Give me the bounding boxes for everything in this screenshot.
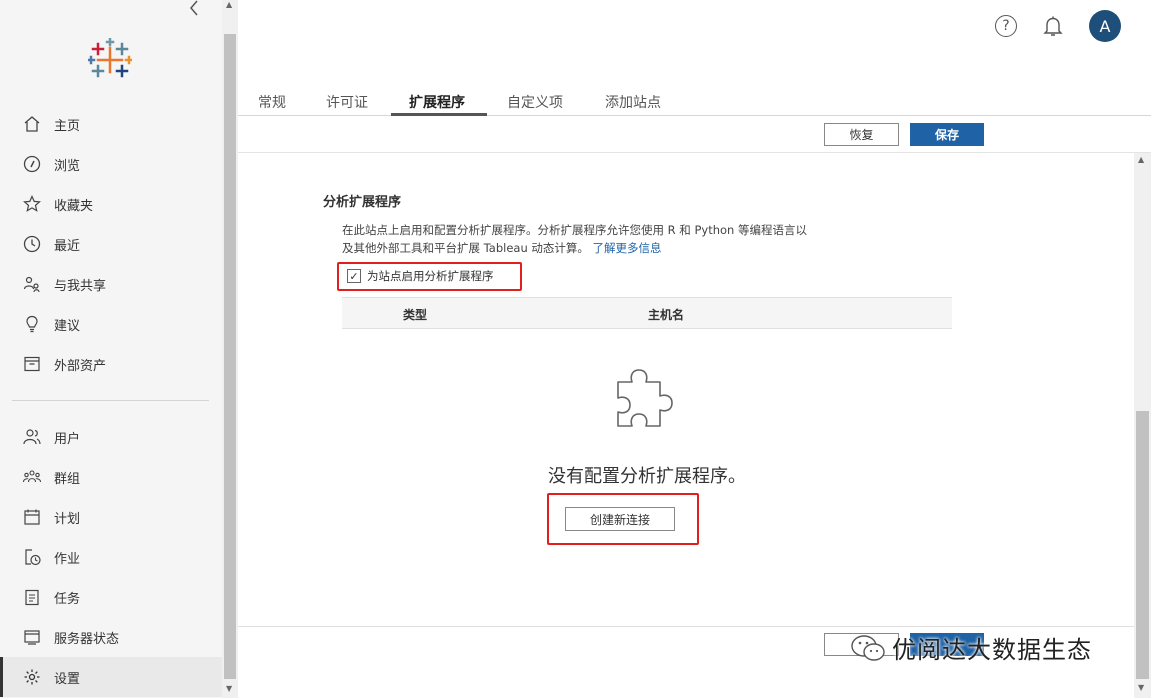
- restore-button[interactable]: 恢复: [824, 123, 899, 146]
- highlight-box: [547, 493, 699, 545]
- sidebar-item-label: 任务: [54, 591, 81, 607]
- scroll-down-icon[interactable]: ▼: [1138, 683, 1144, 692]
- sidebar-item-label: 建议: [54, 318, 81, 334]
- sidebar-item-schedules[interactable]: 计划: [0, 497, 222, 537]
- calendar-icon: [22, 507, 42, 527]
- user-icon: [22, 427, 42, 447]
- sidebar-divider: [12, 400, 209, 401]
- sidebar-item-label: 主页: [54, 118, 81, 134]
- scroll-up-icon[interactable]: ▲: [226, 0, 232, 9]
- avatar[interactable]: A: [1089, 10, 1121, 42]
- watermark: 优阅达大数据生态: [850, 630, 1092, 665]
- shared-icon: [22, 274, 42, 294]
- learn-more-link[interactable]: 了解更多信息: [593, 241, 662, 255]
- sidebar-item-label: 服务器状态: [54, 631, 120, 647]
- watermark-text: 优阅达大数据生态: [892, 636, 1092, 664]
- empty-state-message: 没有配置分析扩展程序。: [548, 466, 746, 487]
- sidebar-item-label: 用户: [54, 431, 81, 447]
- compass-icon: [22, 154, 42, 174]
- sidebar-item-label: 群组: [54, 471, 81, 487]
- tableau-logo: [86, 37, 134, 82]
- header-actions: ? A: [995, 10, 1121, 42]
- sidebar-item-label: 收藏夹: [54, 198, 94, 214]
- sidebar-item-label: 作业: [54, 551, 81, 567]
- sidebar-item-jobs[interactable]: 作业: [0, 537, 222, 577]
- tab-customization[interactable]: 自定义项: [507, 92, 563, 116]
- sidebar-item-home[interactable]: 主页: [0, 104, 222, 144]
- job-icon: [22, 547, 42, 567]
- main-scrollbar[interactable]: ▲ ▼: [1134, 153, 1151, 698]
- description-line-2: 及其他外部工具和平台扩展 Tableau 动态计算。 了解更多信息: [342, 239, 842, 257]
- settings-tabs: 常规 许可证 扩展程序 自定义项 添加站点: [238, 88, 1151, 116]
- chevron-left-icon: [190, 0, 198, 16]
- lightbulb-icon: [22, 314, 42, 334]
- home-icon: [22, 114, 42, 134]
- sidebar-item-tasks[interactable]: 任务: [0, 577, 222, 617]
- sidebar-item-favorites[interactable]: 收藏夹: [0, 184, 222, 224]
- sidebar-item-label: 与我共享: [54, 278, 107, 294]
- help-icon[interactable]: ?: [995, 15, 1017, 37]
- scroll-up-icon[interactable]: ▲: [1138, 155, 1144, 164]
- footer-divider: [238, 626, 1134, 627]
- archive-icon: [22, 354, 42, 374]
- section-title: 分析扩展程序: [323, 195, 402, 210]
- column-header-type: 类型: [403, 308, 428, 322]
- scroll-down-icon[interactable]: ▼: [226, 684, 232, 693]
- clock-icon: [22, 234, 42, 254]
- sidebar-item-external-assets[interactable]: 外部资产: [0, 344, 222, 384]
- scrollbar-thumb[interactable]: [1136, 411, 1149, 679]
- column-header-hostname: 主机名: [648, 308, 685, 322]
- wechat-icon: [851, 634, 885, 661]
- save-button[interactable]: 保存: [910, 123, 984, 146]
- sidebar-item-server-status[interactable]: 服务器状态: [0, 617, 222, 657]
- highlight-box: [337, 262, 522, 291]
- sidebar-item-label: 计划: [54, 511, 81, 527]
- star-icon: [22, 194, 42, 214]
- sidebar-item-groups[interactable]: 群组: [0, 457, 222, 497]
- sidebar-item-label: 外部资产: [54, 358, 107, 374]
- sidebar-scrollbar[interactable]: ▲ ▼: [222, 0, 238, 698]
- group-icon: [22, 467, 42, 487]
- table-header: 类型 主机名: [342, 297, 952, 329]
- sidebar-item-users[interactable]: 用户: [0, 417, 222, 457]
- toolbar: [238, 116, 1151, 153]
- sidebar-item-settings[interactable]: 设置: [0, 657, 222, 697]
- sidebar-item-shared[interactable]: 与我共享: [0, 264, 222, 304]
- sidebar-item-label: 浏览: [54, 158, 81, 174]
- sidebar-item-label: 设置: [54, 671, 81, 687]
- description-line: 在此站点上启用和配置分析扩展程序。分析扩展程序允许您使用 R 和 Python …: [342, 223, 807, 237]
- sidebar-item-explore[interactable]: 浏览: [0, 144, 222, 184]
- task-icon: [22, 587, 42, 607]
- sidebar-item-recommendations[interactable]: 建议: [0, 304, 222, 344]
- tab-licenses[interactable]: 许可证: [326, 92, 368, 116]
- server-status-icon: [22, 627, 42, 647]
- scrollbar-thumb[interactable]: [224, 34, 236, 679]
- description-line: 及其他外部工具和平台扩展 Tableau 动态计算。: [342, 241, 589, 255]
- tab-add-site[interactable]: 添加站点: [605, 92, 661, 116]
- puzzle-icon: [612, 366, 684, 434]
- sidebar-item-label: 最近: [54, 238, 81, 254]
- gear-icon: [22, 667, 42, 687]
- sidebar-item-recents[interactable]: 最近: [0, 224, 222, 264]
- tab-general[interactable]: 常规: [258, 92, 286, 116]
- bell-icon[interactable]: [1041, 14, 1065, 38]
- app-window: 主页 浏览 收藏夹 最近 与我共享 建议 外部资产 用户 群组 计划 作业 任务…: [0, 0, 1151, 698]
- sidebar: 主页 浏览 收藏夹 最近 与我共享 建议 外部资产 用户 群组 计划 作业 任务…: [0, 0, 222, 698]
- section-description: 在此站点上启用和配置分析扩展程序。分析扩展程序允许您使用 R 和 Python …: [342, 221, 842, 257]
- collapse-sidebar-button[interactable]: [186, 0, 204, 16]
